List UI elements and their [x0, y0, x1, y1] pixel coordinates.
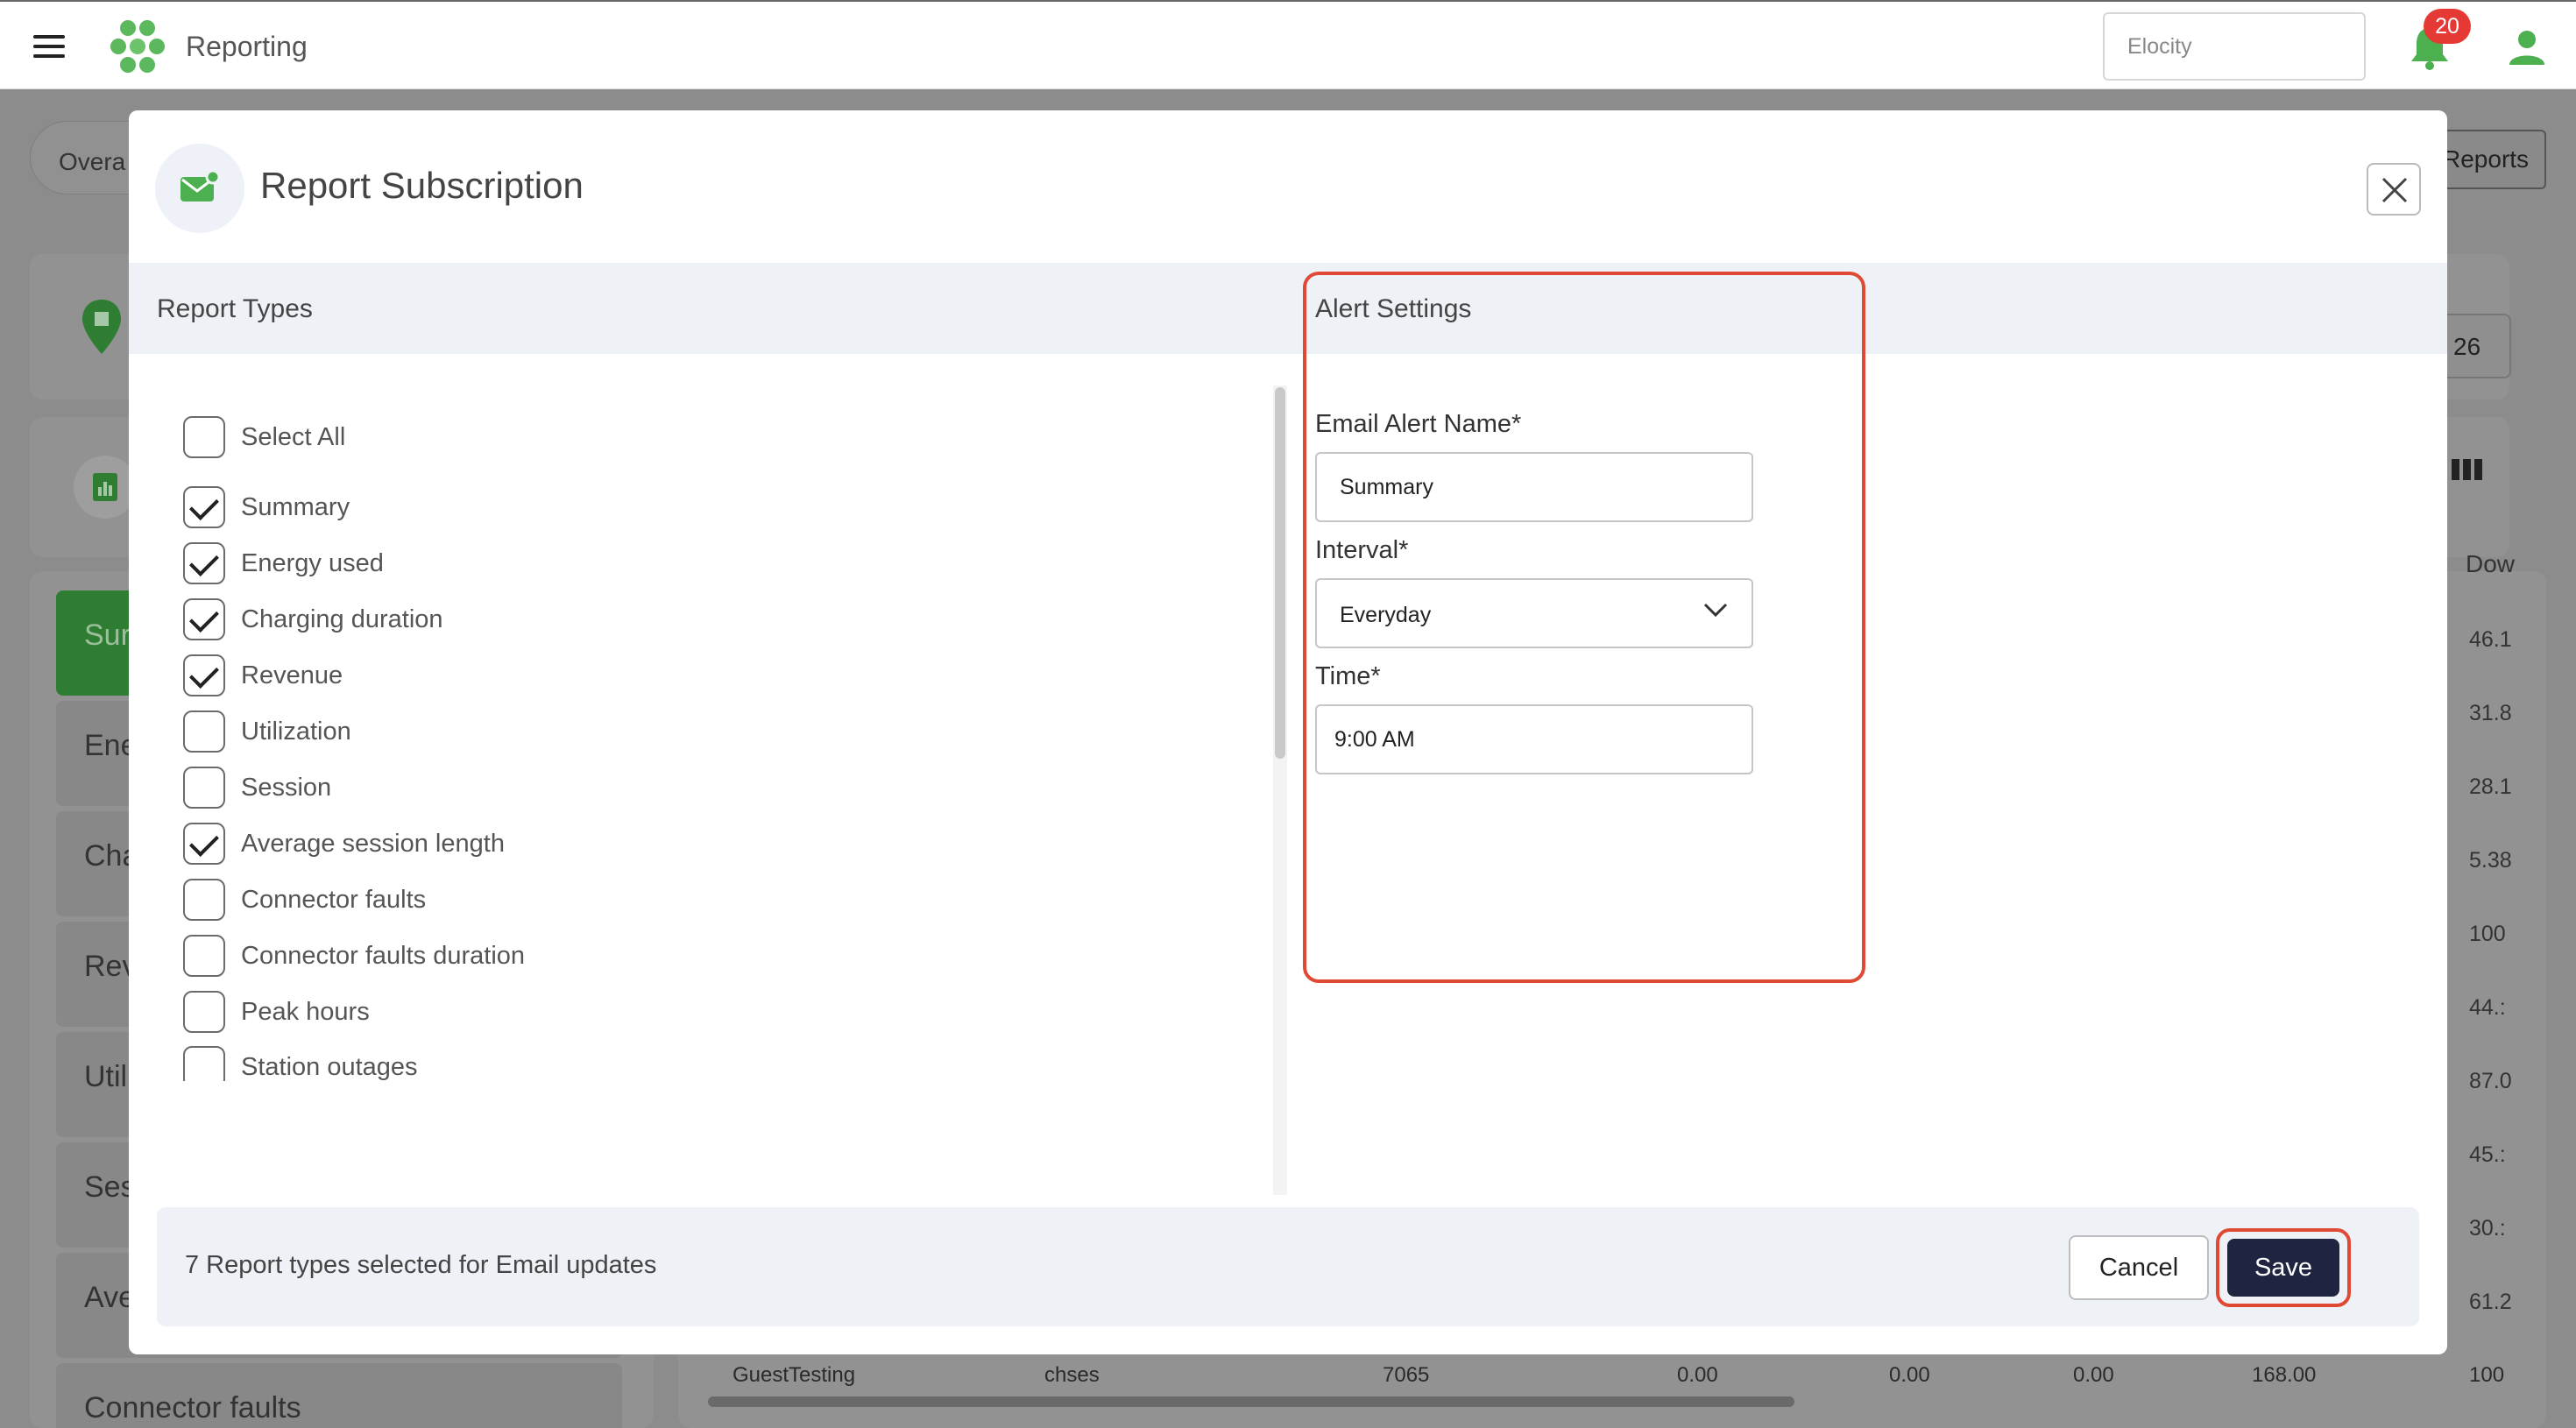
background-value-8: 30.:: [2469, 1216, 2506, 1241]
checkbox-label: Utilization: [241, 717, 351, 746]
background-value-5: 44.:: [2469, 995, 2506, 1020]
notification-badge: 20: [2424, 9, 2471, 44]
chart-sheet-icon: [93, 473, 117, 501]
dialog-icon-badge: [155, 144, 244, 233]
report-type-session[interactable]: Session: [183, 766, 331, 809]
background-horizontal-scrollbar: [708, 1396, 1794, 1407]
checkbox-label: Average session length: [241, 829, 505, 858]
background-value-1: 31.8: [2469, 701, 2512, 725]
background-value-9: 61.2: [2469, 1290, 2512, 1314]
app-title: Reporting: [186, 31, 308, 62]
dialog-title: Report Subscription: [260, 165, 584, 206]
checkbox[interactable]: [183, 654, 225, 696]
report-type-peak-hours[interactable]: Peak hours: [183, 990, 370, 1034]
report-type-energy-used[interactable]: Energy used: [183, 541, 384, 585]
table-cell: 0.00: [1889, 1363, 1930, 1387]
background-value-0: 46.1: [2469, 627, 2512, 652]
report-type-charging-duration[interactable]: Charging duration: [183, 597, 443, 641]
checkbox[interactable]: [183, 935, 225, 977]
checkbox[interactable]: [183, 598, 225, 640]
alert-settings-highlight: [1303, 272, 1865, 983]
save-button[interactable]: Save: [2227, 1239, 2339, 1297]
table-cell: GuestTesting: [732, 1363, 856, 1387]
checkbox[interactable]: [183, 416, 225, 458]
checkbox[interactable]: [183, 767, 225, 809]
checkbox[interactable]: [183, 1046, 225, 1081]
location-pin-icon: [82, 300, 121, 354]
site-search-input[interactable]: [2103, 12, 2366, 81]
report-type-station-outages[interactable]: Station outages: [183, 1046, 418, 1081]
cancel-button[interactable]: Cancel: [2069, 1235, 2209, 1300]
checkbox-label: Session: [241, 773, 332, 802]
background-side-item-7: Connector faults: [56, 1363, 622, 1428]
background-value-6: 87.0: [2469, 1069, 2512, 1093]
table-cell: chses: [1044, 1363, 1100, 1387]
checkbox-label: Select All: [241, 422, 346, 451]
user-icon[interactable]: [2508, 28, 2546, 67]
checkbox-label: Energy used: [241, 548, 384, 577]
report-type-connector-faults-duration[interactable]: Connector faults duration: [183, 934, 525, 978]
report-types-heading: Report Types: [157, 294, 313, 323]
report-subscription-dialog: Report Subscription Report Types Alert S…: [129, 110, 2447, 1354]
table-cell: 0.00: [1677, 1363, 1718, 1387]
background-table-row: GuestTesting chses 7065 0.00 0.00 0.00 1…: [732, 1354, 2537, 1398]
checkbox[interactable]: [183, 486, 225, 528]
checkbox-label: Charging duration: [241, 604, 443, 633]
background-value-4: 100: [2469, 922, 2506, 946]
checkbox-label: Summary: [241, 492, 350, 521]
background-value-7: 45.:: [2469, 1142, 2506, 1167]
close-icon: [2381, 177, 2408, 203]
report-type-revenue[interactable]: Revenue: [183, 654, 343, 697]
select-all-checkbox[interactable]: Select All: [183, 415, 345, 459]
background-column-header: Dow: [2466, 550, 2516, 577]
hexagon-cluster-logo: [110, 20, 165, 73]
checkbox-label: Connector faults duration: [241, 941, 526, 970]
report-type-utilization[interactable]: Utilization: [183, 710, 351, 753]
checkbox-label: Connector faults: [241, 885, 427, 914]
checkbox[interactable]: [183, 542, 225, 584]
report-type-average-session-length[interactable]: Average session length: [183, 822, 505, 866]
background-value-3: 5.38: [2469, 848, 2512, 873]
table-cell: 168.00: [2252, 1363, 2317, 1387]
table-cell: 7065: [1383, 1363, 1430, 1387]
checkbox-label: Peak hours: [241, 997, 370, 1026]
checkbox[interactable]: [183, 710, 225, 753]
report-type-connector-faults[interactable]: Connector faults: [183, 878, 426, 922]
background-value-2: 28.1: [2469, 774, 2512, 799]
checkbox[interactable]: [183, 823, 225, 865]
checkbox[interactable]: [183, 879, 225, 921]
checkbox-label: Revenue: [241, 661, 343, 689]
hamburger-icon[interactable]: [30, 32, 68, 61]
report-types-scrollbar-thumb[interactable]: [1275, 387, 1285, 759]
close-button[interactable]: [2367, 163, 2421, 216]
columns-icon: [2452, 459, 2482, 480]
top-app-bar: Reporting 20: [0, 0, 2576, 89]
mail-icon: [180, 170, 219, 201]
report-type-summary[interactable]: Summary: [183, 485, 350, 529]
table-cell: 100: [2469, 1363, 2505, 1387]
checkbox-label: Station outages: [241, 1053, 418, 1081]
table-cell: 0.00: [2073, 1363, 2114, 1387]
selected-count-text: 7 Report types selected for Email update…: [185, 1251, 657, 1279]
section-header-bar: [129, 263, 2447, 354]
checkbox[interactable]: [183, 991, 225, 1033]
